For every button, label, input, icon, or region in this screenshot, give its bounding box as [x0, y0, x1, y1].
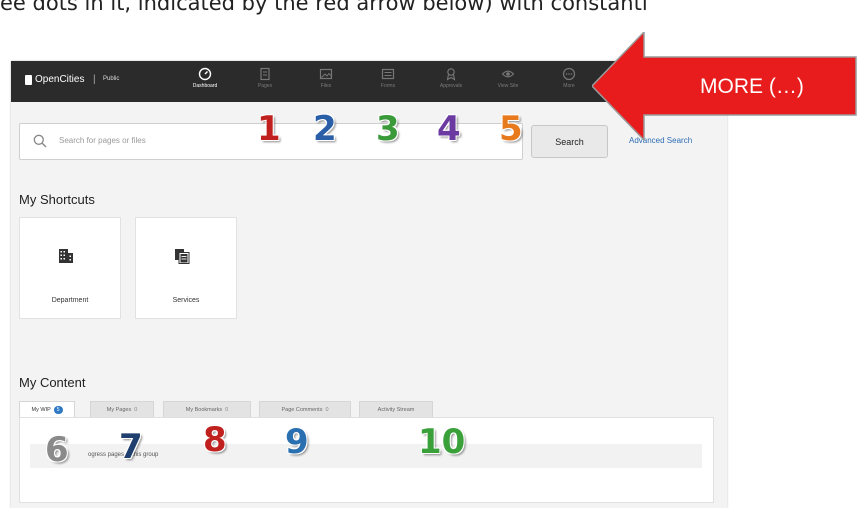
nav-more-label: More: [563, 83, 575, 89]
brand-separator: |: [93, 74, 96, 85]
nav-dashboard-label: Dashboard: [192, 83, 218, 89]
image-icon: [319, 68, 333, 80]
nav-dashboard[interactable]: Dashboard: [185, 67, 225, 99]
documents-icon: [175, 249, 190, 264]
tab-my-pages-label: My Pages: [106, 407, 132, 413]
tab-page-comments-label: Page Comments: [281, 407, 323, 413]
tab-my-bookmarks-count: 0: [225, 407, 229, 413]
annotation-number-1: 1: [257, 109, 281, 149]
shortcuts-title: My Shortcuts: [19, 192, 95, 207]
nav-forms[interactable]: Forms: [368, 67, 408, 99]
approval-icon: [446, 68, 456, 81]
form-icon: [381, 68, 395, 80]
brand-name[interactable]: OpenCities: [35, 74, 84, 85]
annotation-number-10: 10: [418, 422, 466, 462]
tab-my-bookmarks[interactable]: My Bookmarks 0: [163, 401, 251, 418]
tab-my-wip-count: 5: [53, 406, 63, 414]
tab-activity-stream-label: Activity Stream: [377, 407, 415, 413]
nav-view-site-label: View Site: [497, 83, 519, 89]
content-title: My Content: [19, 375, 86, 390]
tab-my-wip[interactable]: My WIP 5: [19, 401, 75, 418]
tab-page-comments[interactable]: Page Comments 0: [259, 401, 351, 418]
tab-my-pages[interactable]: My Pages 0: [90, 401, 154, 418]
shortcut-services-label: Services: [172, 297, 200, 304]
annotation-number-4: 4: [437, 109, 461, 149]
nav-pages[interactable]: Pages: [245, 67, 285, 99]
environment-label: Public: [103, 76, 120, 82]
nav-approvals[interactable]: Approvals: [431, 67, 471, 99]
nav-more[interactable]: More: [549, 67, 589, 99]
nav-view-site[interactable]: View Site: [488, 67, 528, 99]
nav-files[interactable]: Files: [306, 67, 346, 99]
tab-page-comments-count: 0: [325, 407, 329, 413]
annotation-number-7: 7: [119, 427, 143, 467]
annotation-number-9: 9: [285, 422, 309, 462]
tab-my-bookmarks-label: My Bookmarks: [185, 407, 223, 413]
brand-logo-icon: [25, 75, 32, 85]
page-icon: [260, 67, 270, 81]
shortcut-services[interactable]: Services: [135, 217, 237, 319]
arrow-label: MORE (…): [700, 75, 804, 98]
tab-my-wip-label: My WIP: [31, 407, 51, 413]
nav-pages-label: Pages: [257, 83, 273, 89]
shortcut-department-label: Department: [51, 297, 89, 304]
building-icon: [59, 249, 73, 263]
eye-icon: [501, 70, 515, 78]
annotation-number-6: 6: [45, 430, 69, 470]
annotation-number-3: 3: [376, 109, 400, 149]
shortcut-department[interactable]: Department: [19, 217, 121, 319]
nav-forms-label: Forms: [380, 83, 396, 89]
annotation-number-2: 2: [313, 109, 337, 149]
tab-activity-stream[interactable]: Activity Stream: [359, 401, 433, 418]
search-icon: [33, 134, 47, 148]
search-placeholder: Search for pages or files: [59, 136, 146, 145]
annotation-number-8: 8: [203, 420, 227, 460]
nav-files-label: Files: [320, 83, 332, 89]
caption-text: ee dots in it, indicated by the red arro…: [0, 0, 648, 15]
gauge-icon: [198, 67, 212, 81]
nav-approvals-label: Approvals: [439, 83, 463, 89]
annotation-number-5: 5: [499, 109, 523, 149]
tab-my-pages-count: 0: [134, 407, 138, 413]
more-icon: [562, 67, 576, 81]
